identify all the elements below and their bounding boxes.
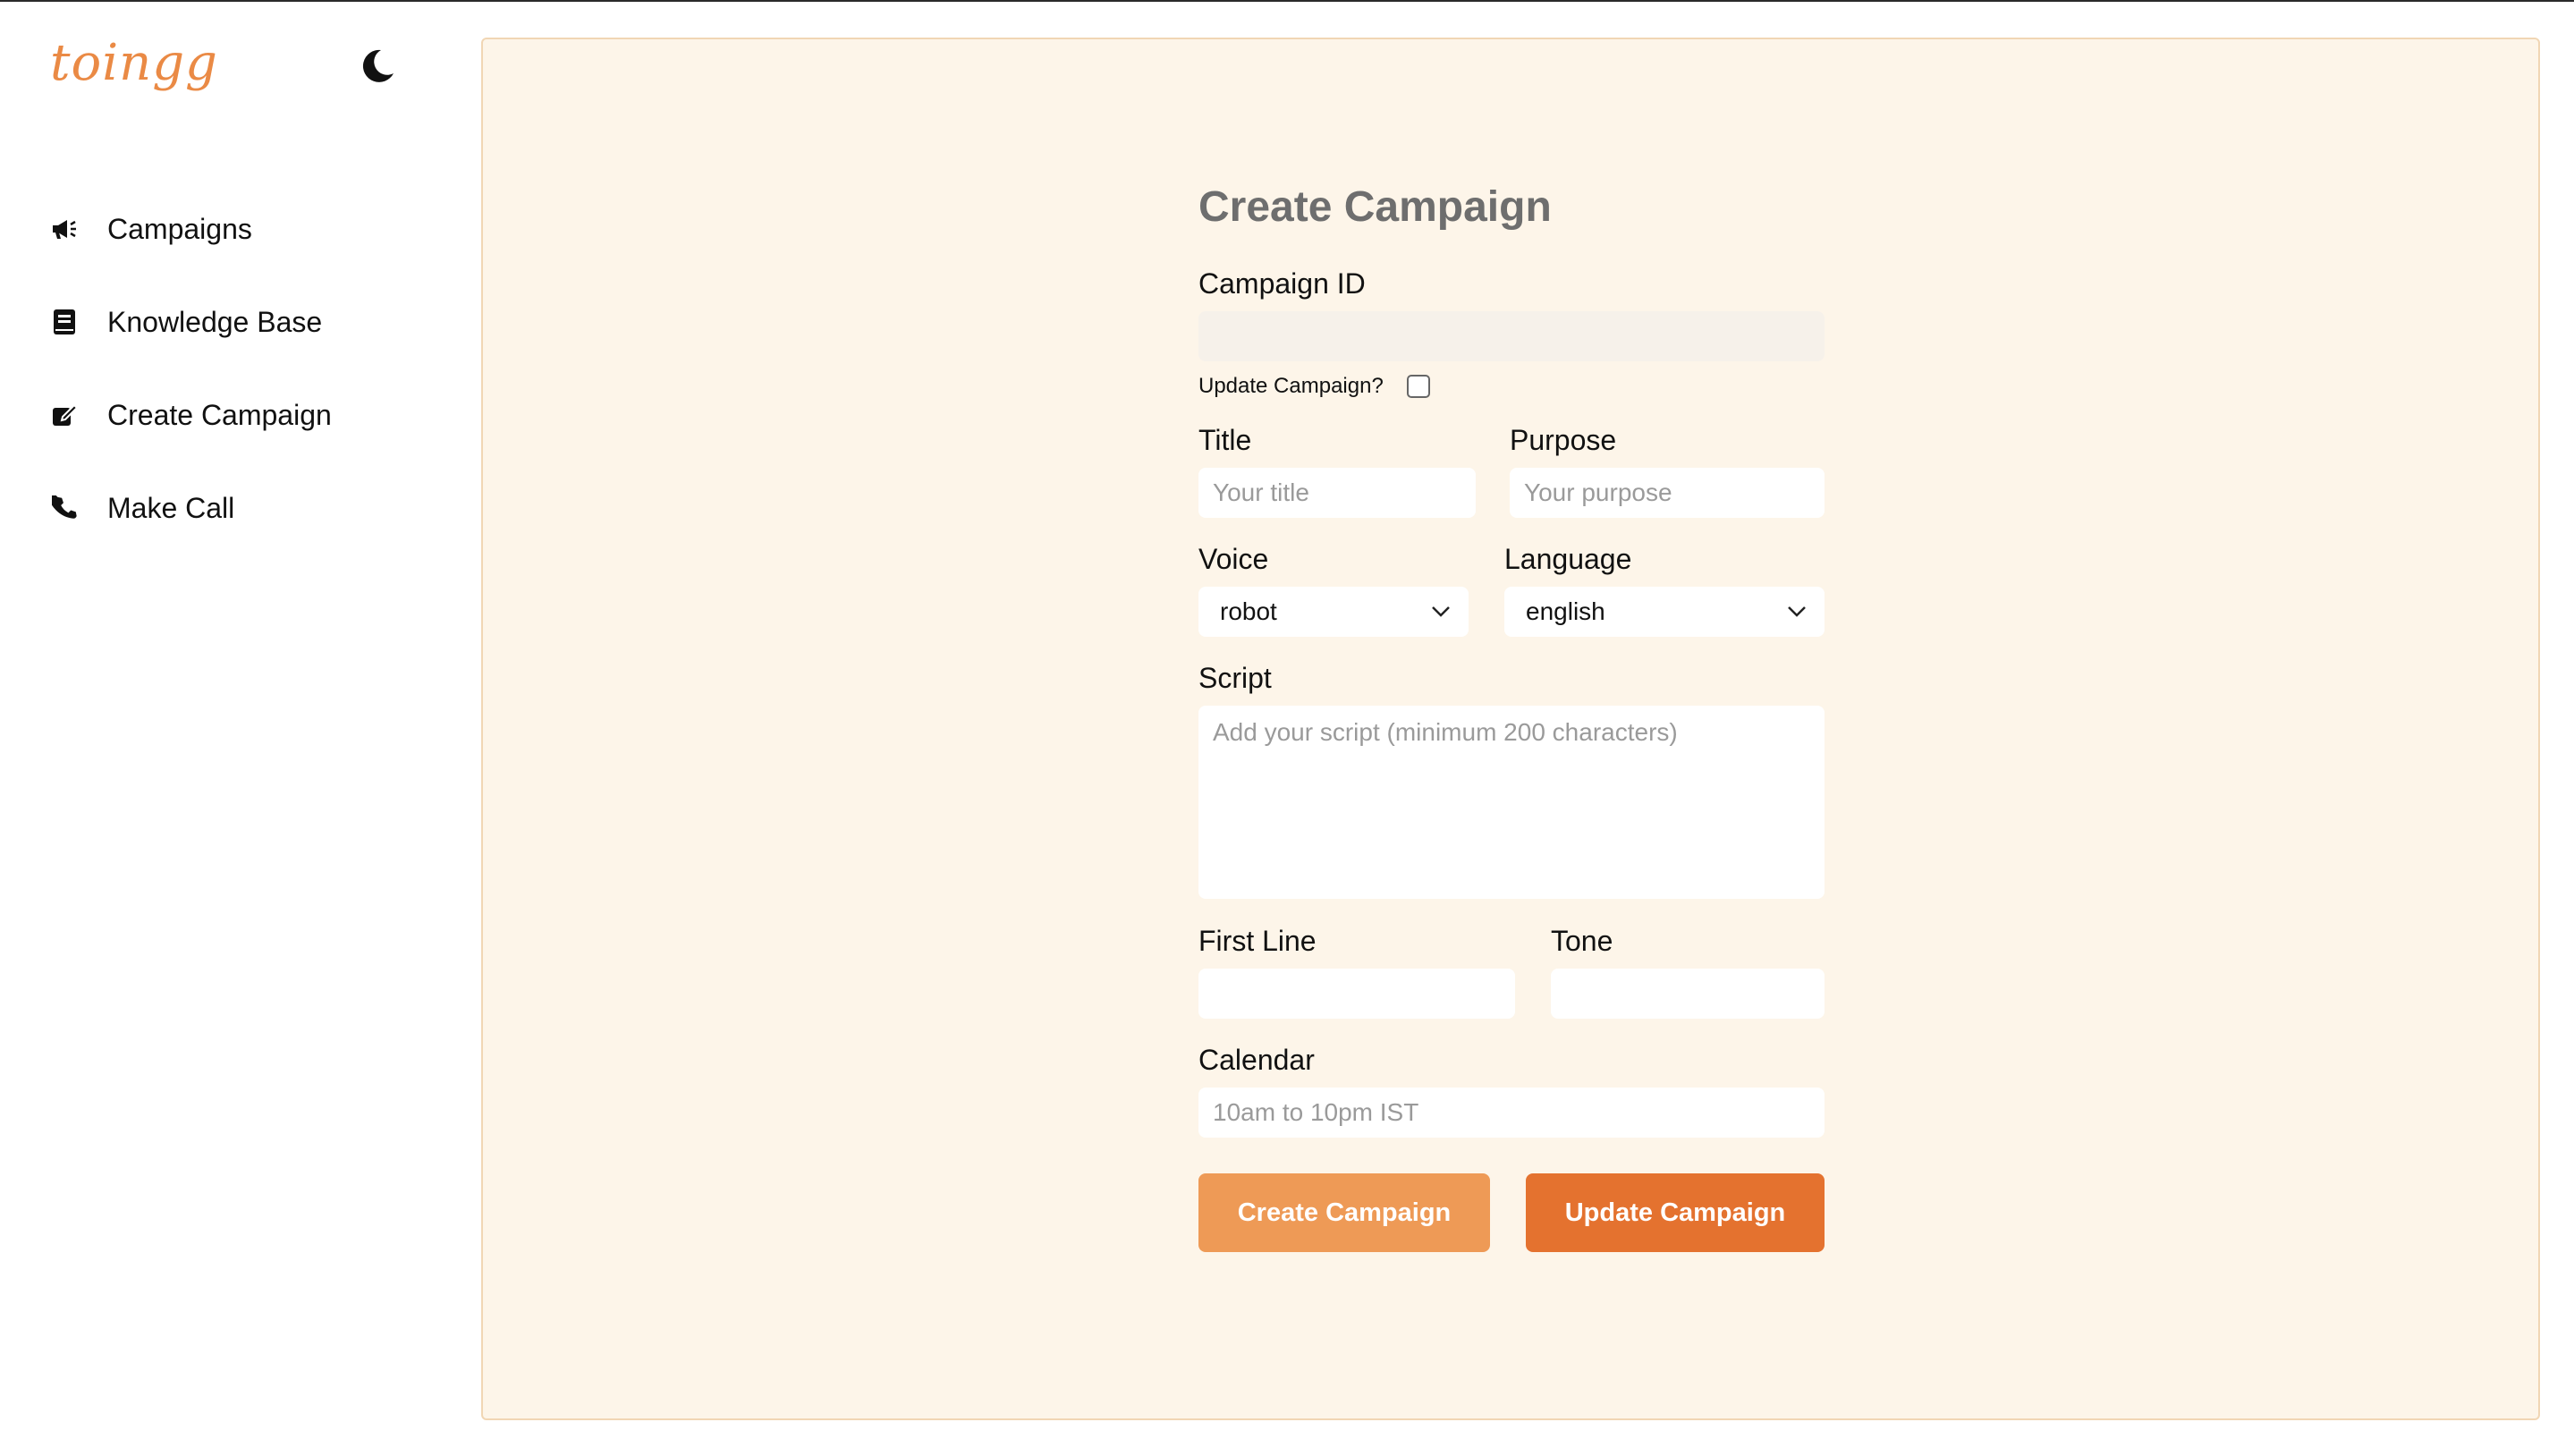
chevron-down-icon [1788,606,1806,617]
tone-field[interactable] [1551,969,1825,1019]
title-field[interactable] [1198,468,1476,518]
sidebar-item-label: Make Call [107,491,235,524]
update-campaign-button[interactable]: Update Campaign [1526,1173,1825,1252]
campaign-id-field[interactable] [1198,311,1825,361]
script-label: Script [1198,662,1272,694]
window-top-border [0,0,2574,2]
language-label: Language [1504,543,1632,575]
page-title: Create Campaign [1198,183,1552,231]
sidebar-item-label: Create Campaign [107,398,332,431]
sidebar-item-make-call[interactable]: Make Call [50,483,332,533]
book-icon [50,308,79,336]
sidebar-item-create-campaign[interactable]: Create Campaign [50,390,332,440]
moon-icon[interactable] [358,47,397,86]
purpose-label: Purpose [1510,424,1617,456]
create-campaign-button[interactable]: Create Campaign [1198,1173,1490,1252]
first-line-field[interactable] [1198,969,1515,1019]
calendar-field[interactable] [1198,1088,1825,1138]
sidebar-item-label: Knowledge Base [107,305,323,338]
update-campaign-row: Update Campaign? [1198,374,1825,399]
megaphone-icon [50,215,79,243]
app-logo[interactable]: toingg [50,34,218,92]
first-line-label: First Line [1198,925,1317,957]
campaign-id-label: Campaign ID [1198,267,1366,300]
voice-label: Voice [1198,543,1269,575]
script-textarea[interactable] [1198,706,1825,899]
update-campaign-label: Update Campaign? [1198,374,1384,398]
sidebar-item-label: Campaigns [107,212,252,245]
language-select[interactable]: english [1504,587,1825,637]
edit-icon [50,401,79,429]
main-panel: Create Campaign Campaign ID Update Campa… [481,38,2540,1420]
update-campaign-checkbox[interactable] [1406,375,1430,398]
chevron-down-icon [1432,606,1450,617]
tone-label: Tone [1551,925,1613,957]
purpose-field[interactable] [1510,468,1825,518]
sidebar-item-campaigns[interactable]: Campaigns [50,204,332,254]
form-actions: Create Campaign Update Campaign [1198,1173,1825,1252]
voice-select[interactable]: robot [1198,587,1469,637]
voice-select-value: robot [1220,597,1277,625]
phone-icon [50,494,79,522]
sidebar-item-knowledge-base[interactable]: Knowledge Base [50,297,332,347]
sidebar-nav: Campaigns Knowledge Base Create Campaign [50,204,332,576]
language-select-value: english [1526,597,1605,625]
title-label: Title [1198,424,1252,456]
calendar-label: Calendar [1198,1044,1315,1076]
create-campaign-form: Create Campaign Campaign ID Update Campa… [1198,182,1825,1252]
